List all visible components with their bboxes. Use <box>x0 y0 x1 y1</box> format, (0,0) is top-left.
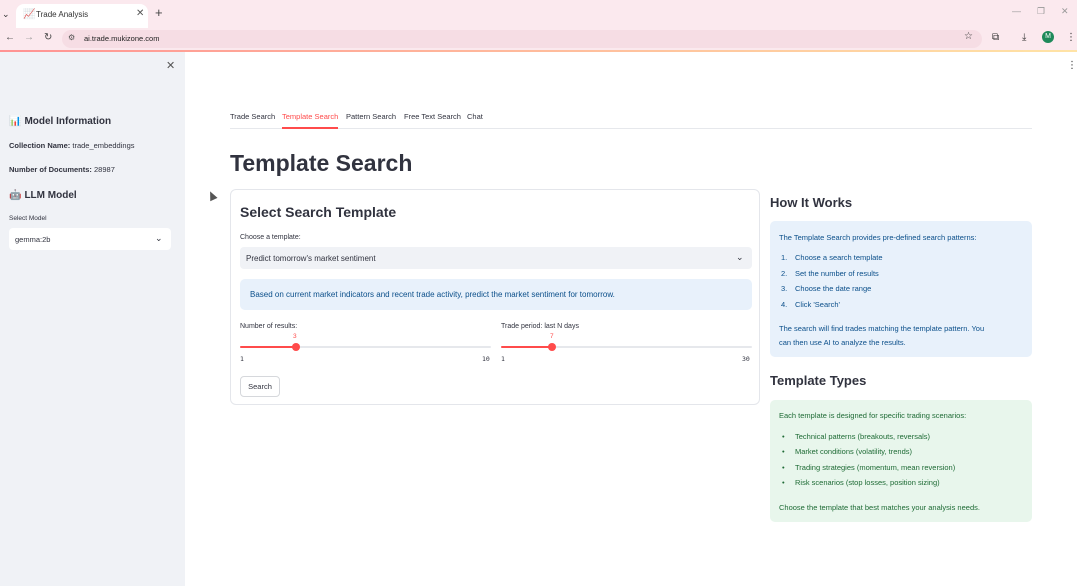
template-types-intro: Each template is designed for specific t… <box>779 411 967 420</box>
step-item: Set the number of results <box>795 269 879 278</box>
model-info-heading-text: Model Information <box>24 116 112 127</box>
period-slider-min: 1 <box>501 355 505 363</box>
chevron-down-icon: ⌄ <box>155 233 163 243</box>
template-types-box: Each template is designed for specific t… <box>770 400 1032 522</box>
browser-menu-icon[interactable]: ⋮ <box>1066 32 1076 43</box>
tab-trade-search[interactable]: Trade Search <box>230 112 275 121</box>
new-tab-icon[interactable]: + <box>155 6 163 20</box>
period-slider-handle[interactable] <box>548 343 556 351</box>
model-info-heading: 📊 Model Information <box>9 116 111 127</box>
sidebar: ✕ 📊 Model Information Collection Name: tr… <box>0 52 185 586</box>
bullet-icon: • <box>782 447 785 456</box>
results-slider-value: 3 <box>293 333 297 340</box>
tab-free-text-search[interactable]: Free Text Search <box>404 112 461 121</box>
bullet-icon: • <box>782 478 785 487</box>
browser-tab-title: Trade Analysis <box>36 10 89 19</box>
tab-pattern-search[interactable]: Pattern Search <box>346 112 396 121</box>
back-icon[interactable]: ← <box>5 32 15 43</box>
site-info-icon[interactable]: ⚙ <box>68 33 75 42</box>
docs-value: 28987 <box>94 165 115 174</box>
url-field[interactable]: ⚙ ai.trade.mukizone.com <box>62 30 982 48</box>
extensions-icon[interactable]: ⧉ <box>992 32 999 43</box>
step-number: 3. <box>781 284 788 293</box>
step-item: Choose a search template <box>795 253 883 262</box>
browser-tab-strip: ⌄ 📈 Trade Analysis ✕ + — ❐ ✕ <box>0 0 1077 28</box>
active-tab-indicator <box>282 127 338 129</box>
close-tab-icon[interactable]: ✕ <box>136 8 144 19</box>
llm-heading-text: LLM Model <box>24 190 77 201</box>
results-slider-label: Number of results: <box>240 323 298 330</box>
template-type-item: Market conditions (volatility, trends) <box>795 447 912 456</box>
results-slider-handle[interactable] <box>292 343 300 351</box>
minimize-icon[interactable]: — <box>1012 6 1021 16</box>
how-it-works-heading: How It Works <box>770 195 853 210</box>
page-title: Template Search <box>230 150 413 176</box>
reload-icon[interactable]: ↻ <box>44 32 52 43</box>
results-slider-max: 10 <box>482 355 490 363</box>
address-bar: ← → ↻ ⚙ ai.trade.mukizone.com ☆ ⧉ ⤓ <box>0 28 1077 50</box>
how-it-works-outro-1: The search will find trades matching the… <box>779 324 985 333</box>
docs-label: Number of Documents: <box>9 165 92 174</box>
bullet-icon: • <box>782 432 785 441</box>
template-type-item: Risk scenarios (stop losses, position si… <box>795 478 940 487</box>
how-it-works-intro: The Template Search provides pre-defined… <box>779 233 977 242</box>
bookmark-star-icon[interactable]: ☆ <box>964 31 973 42</box>
app-menu-icon[interactable]: ⋮ <box>1067 60 1077 71</box>
template-select-value: Predict tomorrow's market sentiment <box>246 254 376 263</box>
template-type-item: Technical patterns (breakouts, reversals… <box>795 432 931 441</box>
step-number: 4. <box>781 300 788 309</box>
template-type-item: Trading strategies (momentum, mean rever… <box>795 463 956 472</box>
model-select-value: gemma:2b <box>15 235 51 244</box>
step-item: Choose the date range <box>795 284 872 293</box>
period-slider-value: 7 <box>550 333 554 340</box>
document-count: Number of Documents: 28987 <box>9 165 115 174</box>
step-number: 2. <box>781 269 788 278</box>
window-close-icon[interactable]: ✕ <box>1061 6 1069 17</box>
bar-chart-icon: 📊 <box>9 116 22 127</box>
mouse-cursor-icon <box>206 189 218 202</box>
chart-favicon-icon: 📈 <box>23 9 36 20</box>
llm-model-heading: 🤖 LLM Model <box>9 190 77 201</box>
download-icon[interactable]: ⤓ <box>1022 32 1026 43</box>
collection-label: Collection Name: <box>9 141 71 150</box>
tab-template-search[interactable]: Template Search <box>282 112 338 121</box>
template-types-outro: Choose the template that best matches yo… <box>779 503 980 512</box>
collection-value: trade_embeddings <box>72 141 135 150</box>
bullet-icon: • <box>782 463 785 472</box>
how-it-works-box: The Template Search provides pre-defined… <box>770 221 1032 357</box>
step-item: Click 'Search' <box>795 300 840 309</box>
profile-avatar[interactable]: M <box>1042 31 1054 43</box>
results-slider-fill <box>240 346 296 348</box>
close-sidebar-icon[interactable]: ✕ <box>166 59 175 72</box>
period-slider-label: Trade period: last N days <box>501 323 579 330</box>
how-it-works-outro-2: can then use AI to analyze the results. <box>779 338 906 347</box>
results-slider-min: 1 <box>240 355 244 363</box>
template-card: Select Search Template Choose a template… <box>230 189 760 405</box>
search-button[interactable]: Search <box>240 376 280 397</box>
browser-tab[interactable]: 📈 Trade Analysis ✕ <box>16 4 148 28</box>
tab-chat[interactable]: Chat <box>467 112 483 121</box>
template-description-box: Based on current market indicators and r… <box>240 279 752 310</box>
card-heading: Select Search Template <box>240 204 397 220</box>
forward-icon[interactable]: → <box>24 32 34 43</box>
tab-search-icon[interactable]: ⌄ <box>2 8 12 20</box>
collection-name: Collection Name: trade_embeddings <box>9 141 135 150</box>
template-description: Based on current market indicators and r… <box>250 290 615 299</box>
robot-icon: 🤖 <box>9 190 22 201</box>
template-select[interactable]: Predict tomorrow's market sentiment ⌄ <box>240 247 752 269</box>
chevron-down-icon: ⌄ <box>736 252 744 262</box>
step-number: 1. <box>781 253 788 262</box>
select-model-label: Select Model <box>9 215 47 222</box>
template-label: Choose a template: <box>240 234 301 241</box>
restore-icon[interactable]: ❐ <box>1037 6 1045 17</box>
model-select[interactable]: gemma:2b ⌄ <box>9 228 171 250</box>
period-slider-max: 30 <box>742 355 750 363</box>
period-slider-fill <box>501 346 553 348</box>
template-types-heading: Template Types <box>770 373 867 388</box>
url-text: ai.trade.mukizone.com <box>84 34 160 43</box>
search-tabs: Trade Search Template Search Pattern Sea… <box>230 111 1032 129</box>
